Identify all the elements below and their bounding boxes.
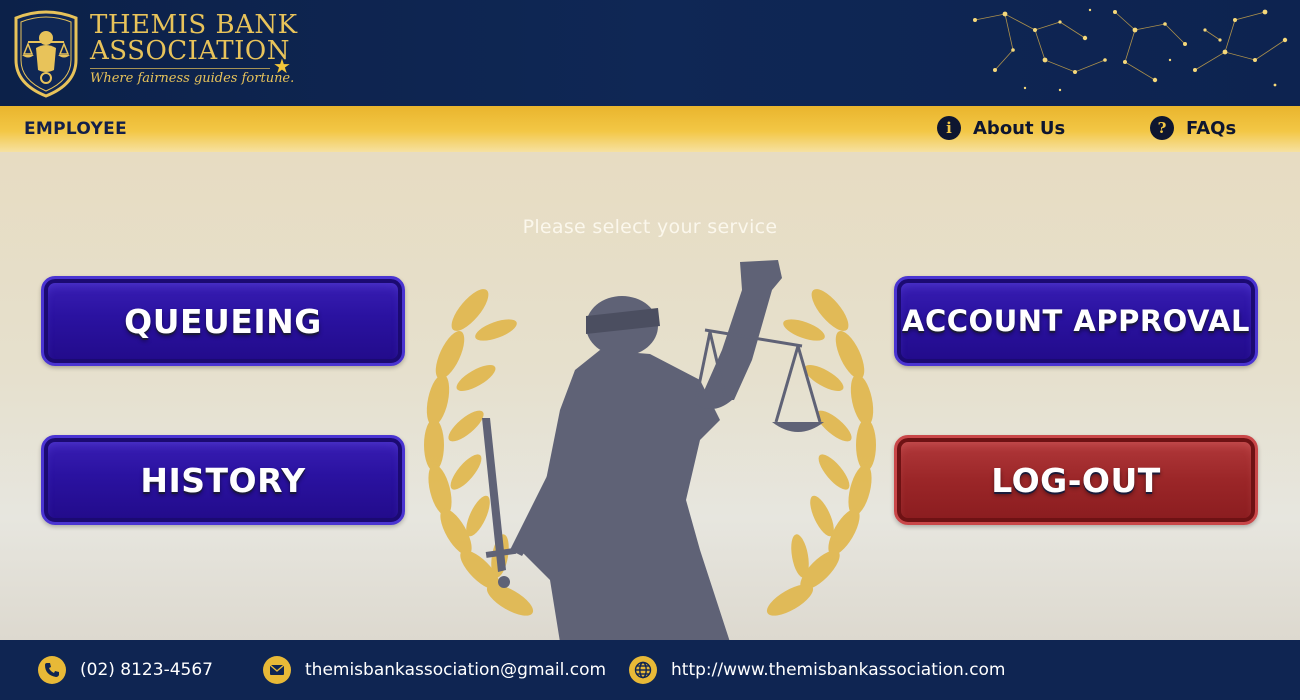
scales-crest-icon — [14, 10, 78, 98]
website-url: http://www.themisbankassociation.com — [671, 660, 1006, 680]
service-panel: Please select your service QUEUEING HIST… — [0, 152, 1300, 640]
question-icon: ? — [1150, 116, 1174, 140]
globe-icon — [629, 656, 657, 684]
footer-phone: (02) 8123-4567 — [38, 640, 213, 700]
faqs-link[interactable]: ? FAQs — [1150, 116, 1236, 140]
account-approval-button[interactable]: ACCOUNT APPROVAL — [894, 276, 1258, 366]
footer-website[interactable]: http://www.themisbankassociation.com — [629, 640, 1006, 700]
logout-button[interactable]: LOG-OUT — [894, 435, 1258, 525]
phone-number: (02) 8123-4567 — [80, 660, 213, 680]
service-prompt: Please select your service — [522, 216, 778, 238]
phone-icon — [38, 656, 66, 684]
footer: (02) 8123-4567 themisbankassociation@gma… — [0, 640, 1300, 700]
header: THEMIS BANK ASSOCIATION Where fairness g… — [0, 0, 1300, 106]
brand-divider — [90, 68, 270, 69]
star-icon: ★ — [273, 54, 291, 78]
about-us-label: About Us — [973, 117, 1066, 139]
history-button[interactable]: HISTORY — [41, 435, 405, 525]
nav-bar: EMPLOYEE i About Us ? FAQs — [0, 106, 1300, 152]
lady-justice-emblem — [424, 260, 876, 640]
role-label: EMPLOYEE — [24, 119, 127, 139]
about-us-link[interactable]: i About Us — [937, 116, 1065, 140]
mail-icon — [263, 656, 291, 684]
constellation-decoration — [973, 8, 1288, 92]
faqs-label: FAQs — [1186, 117, 1237, 139]
brand-line-1: THEMIS BANK — [90, 10, 298, 40]
brand-name: THEMIS BANK ASSOCIATION — [90, 12, 298, 64]
brand-tagline: Where fairness guides fortune. — [90, 71, 295, 86]
footer-email[interactable]: themisbankassociation@gmail.com — [263, 640, 606, 700]
brand-line-2: ASSOCIATION — [90, 36, 290, 66]
email-address: themisbankassociation@gmail.com — [305, 660, 607, 680]
info-icon: i — [937, 116, 961, 140]
queueing-button[interactable]: QUEUEING — [41, 276, 405, 366]
